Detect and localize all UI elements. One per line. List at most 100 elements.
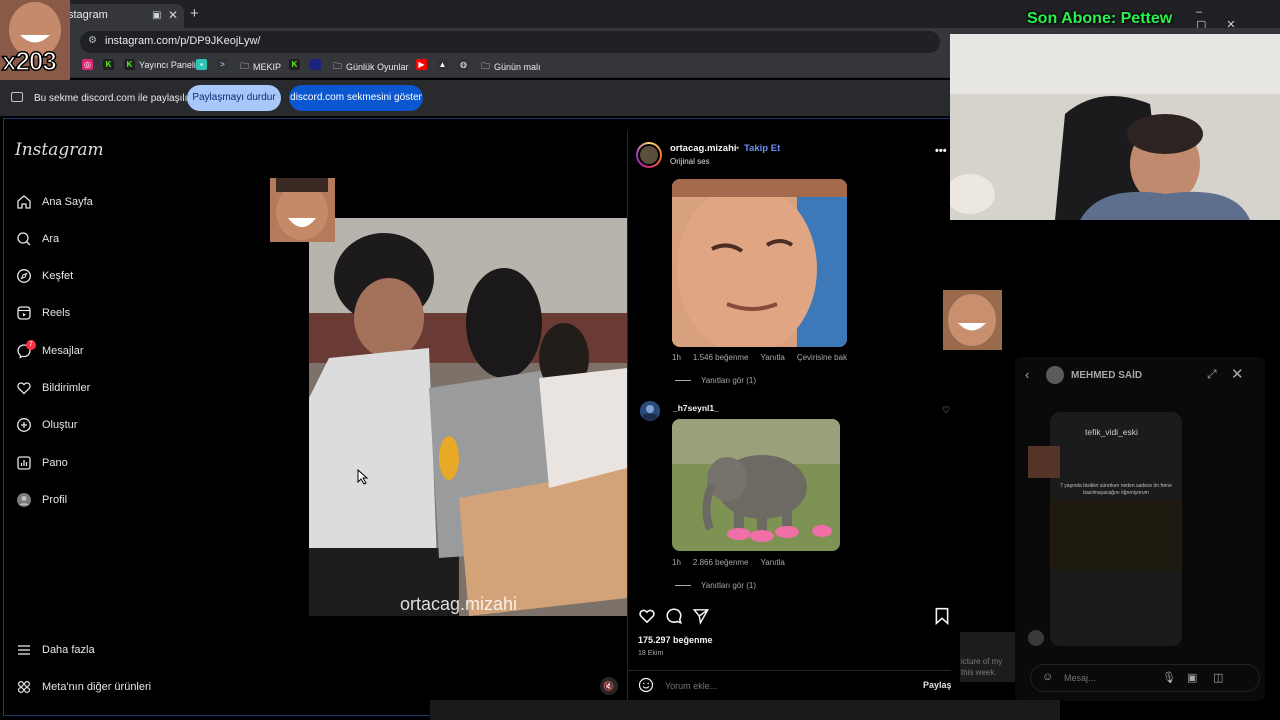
emoji-icon[interactable]: ☺ bbox=[1042, 671, 1053, 683]
nav-create[interactable]: Oluştur bbox=[16, 417, 77, 433]
bookmark-label: Günün malı bbox=[494, 62, 541, 72]
site-info-icon[interactable]: ⚙ bbox=[88, 35, 97, 46]
like-count[interactable]: 175.297 beğenme bbox=[638, 635, 713, 645]
post-actions bbox=[636, 607, 950, 625]
reply-button[interactable]: Yanıtla bbox=[761, 353, 785, 362]
nav-label: Daha fazla bbox=[42, 644, 95, 656]
bookmark-gunun-mali[interactable]: 🗀 Günün malı bbox=[481, 59, 541, 75]
share-notice: Bu sekme discord.com ile paylaşılıyor bbox=[34, 93, 202, 104]
translate-button[interactable]: Çevirisine bak bbox=[797, 353, 847, 362]
plus-icon bbox=[17, 418, 31, 432]
bookmark-kick-2[interactable]: K bbox=[289, 59, 300, 70]
nav-reels[interactable]: Reels bbox=[16, 305, 70, 321]
nav-notifications[interactable]: Bildirimler bbox=[16, 380, 90, 396]
follow-button[interactable]: Takip Et bbox=[744, 143, 780, 154]
folder-icon: 🗀 bbox=[240, 61, 250, 71]
comment-likes[interactable]: 2.866 beğenme bbox=[693, 558, 749, 567]
microphone-icon[interactable]: 🎙 bbox=[1162, 671, 1176, 684]
emoji-icon[interactable] bbox=[638, 677, 654, 698]
comment-gif[interactable] bbox=[672, 179, 847, 347]
video-frame bbox=[309, 218, 627, 616]
close-icon[interactable]: ✕ bbox=[1231, 365, 1244, 383]
sender-avatar bbox=[1028, 446, 1060, 478]
share-icon[interactable] bbox=[692, 607, 710, 625]
bookmark-app[interactable]: ▪ bbox=[196, 59, 207, 70]
taskbar-strip bbox=[430, 700, 1060, 720]
instagram-logo[interactable]: Instagram bbox=[15, 140, 104, 160]
nav-label: Meta'nın diğer ürünleri bbox=[42, 681, 152, 693]
dm-contact-name[interactable]: MEHMED SAİD bbox=[1071, 370, 1142, 381]
last-subscriber: Son Abone: Pettew bbox=[1027, 10, 1173, 27]
nav-label: Bildirimler bbox=[42, 382, 91, 394]
post-author-avatar[interactable] bbox=[636, 142, 662, 168]
tab-close-icon[interactable]: ✕ bbox=[168, 8, 178, 22]
nav-dashboard[interactable]: Pano bbox=[16, 455, 68, 471]
dashboard-icon bbox=[17, 456, 31, 470]
comment-like-icon[interactable]: ♡ bbox=[942, 405, 950, 416]
new-tab-button[interactable]: + bbox=[190, 5, 199, 22]
commenter-avatar[interactable] bbox=[640, 401, 660, 421]
browser-tab[interactable]: stagram ▣ ✕ bbox=[60, 4, 184, 28]
expand-icon[interactable]: ⤢ bbox=[1207, 367, 1217, 382]
nav-more[interactable]: Daha fazla bbox=[16, 642, 95, 658]
url-text: instagram.com/p/DP9JKeojLyw/ bbox=[105, 35, 261, 47]
post-audio[interactable]: Orijinal ses bbox=[670, 157, 710, 166]
sticker-icon[interactable]: ◫ bbox=[1213, 671, 1223, 684]
stop-sharing-button[interactable]: Paylaşmayı durdur bbox=[187, 85, 281, 111]
nav-explore[interactable]: Keşfet bbox=[16, 268, 73, 284]
emote-multiplier: x203 bbox=[1, 45, 57, 77]
nav-label: Keşfet bbox=[42, 270, 74, 282]
shared-reel-thumbnail[interactable] bbox=[1050, 500, 1182, 570]
nav-label: Reels bbox=[42, 307, 71, 319]
image-icon[interactable]: ▣ bbox=[1187, 671, 1197, 684]
comment-likes[interactable]: 1.546 beğenme bbox=[693, 353, 749, 362]
bookmark-globe[interactable]: ◍ bbox=[458, 59, 469, 70]
search-icon bbox=[17, 232, 31, 246]
like-icon[interactable] bbox=[638, 607, 656, 625]
reply-divider bbox=[675, 585, 691, 586]
nav-label: Ana Sayfa bbox=[42, 196, 93, 208]
commenter-username[interactable]: _h7seynl1_ bbox=[673, 403, 719, 413]
home-icon bbox=[17, 195, 31, 209]
bookmark-terminal[interactable]: > bbox=[217, 59, 228, 70]
bookmark-kick[interactable]: K bbox=[103, 59, 114, 70]
reply-button[interactable]: Yanıtla bbox=[761, 558, 785, 567]
reel-video[interactable] bbox=[309, 218, 627, 616]
view-replies-label: Yanıtları gör (1) bbox=[701, 376, 756, 385]
more-options-icon[interactable]: ••• bbox=[935, 145, 947, 157]
bookmark-icon[interactable] bbox=[934, 607, 950, 625]
app-icon: ▪ bbox=[196, 59, 207, 70]
shared-reel-author: tefik_vidi_eski bbox=[1085, 427, 1138, 437]
address-bar[interactable]: ⚙ instagram.com/p/DP9JKeojLyw/ bbox=[80, 31, 940, 53]
bookmark-image[interactable]: ▲ bbox=[437, 59, 448, 70]
messages-badge: 7 bbox=[26, 340, 36, 350]
bookmark-label: Günlük Oyunlar bbox=[346, 62, 409, 72]
post-author-username[interactable]: ortacag.mizahi bbox=[670, 143, 737, 154]
comment-input[interactable] bbox=[665, 681, 895, 691]
post-comment-button[interactable]: Paylaş bbox=[923, 680, 952, 690]
comment-icon[interactable] bbox=[665, 607, 683, 625]
bookmark-yayinci-paneli[interactable]: K Yayıncı Paneli bbox=[124, 59, 196, 70]
message-input[interactable] bbox=[1064, 673, 1154, 683]
bookmark-gunluk-oyunlar[interactable]: 🗀 Günlük Oyunlar bbox=[333, 59, 409, 75]
nav-home[interactable]: Ana Sayfa bbox=[16, 194, 93, 210]
heart-icon bbox=[17, 382, 31, 395]
back-icon[interactable]: ‹ bbox=[1025, 367, 1029, 382]
folder-icon: 🗀 bbox=[333, 61, 343, 71]
view-replies[interactable]: Yanıtları gör (1) bbox=[675, 376, 756, 385]
bookmark-blue[interactable] bbox=[310, 59, 321, 70]
view-replies[interactable]: Yanıtları gör (1) bbox=[675, 581, 756, 590]
nav-search[interactable]: Ara bbox=[16, 231, 59, 247]
mute-button[interactable]: 🔇 bbox=[600, 677, 618, 695]
bookmark-instagram[interactable]: ◎ bbox=[82, 59, 93, 70]
nav-profile[interactable]: Profil bbox=[16, 492, 67, 508]
terminal-icon: > bbox=[217, 59, 228, 70]
nav-label: Oluştur bbox=[42, 419, 78, 431]
bookmark-youtube[interactable]: ▶ bbox=[416, 59, 427, 70]
kick-icon: K bbox=[124, 59, 135, 70]
bookmark-mekip[interactable]: 🗀 MEKIP bbox=[240, 59, 281, 75]
comment-gif-elephant[interactable] bbox=[672, 419, 840, 551]
comment-meta: 1h 1.546 beğenme Yanıtla Çevirisine bak bbox=[672, 353, 859, 362]
nav-meta[interactable]: Meta'nın diğer ürünleri bbox=[16, 679, 151, 695]
show-discord-tab-button[interactable]: discord.com sekmesini göster bbox=[289, 85, 423, 111]
